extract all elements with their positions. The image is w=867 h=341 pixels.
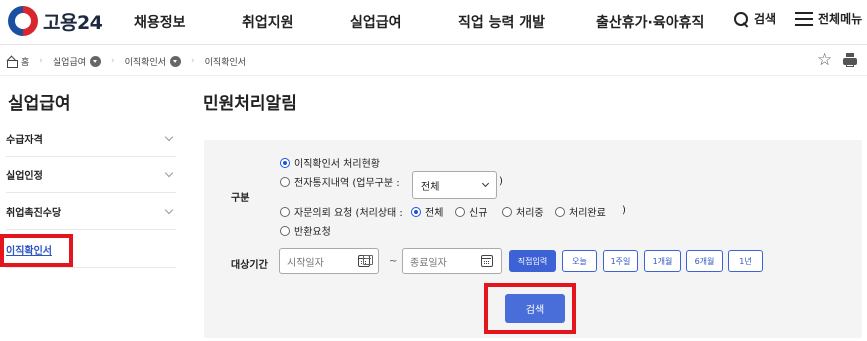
nav-item-job-training[interactable]: 직업 능력 개발 — [458, 12, 545, 32]
category-label: 구분 — [231, 193, 250, 204]
close-paren: ) — [499, 176, 503, 187]
favorite-star-icon[interactable]: ☆ — [817, 50, 832, 70]
chevron-down-icon — [481, 179, 490, 188]
radio-state-new[interactable]: 신규 — [455, 204, 487, 219]
radio-checked-icon — [411, 206, 421, 217]
breadcrumb-home[interactable]: 홈 — [21, 55, 29, 68]
sidebar-item-promotion-allowance[interactable]: 취업촉진수당 — [6, 194, 176, 230]
period-button-1week[interactable]: 1주일 — [603, 250, 638, 272]
period-label: 대상기간 — [231, 260, 268, 271]
sidebar-item-recognition[interactable]: 실업인정 — [6, 157, 176, 193]
breadcrumb-separator: › — [111, 56, 115, 66]
print-icon[interactable] — [843, 53, 857, 67]
header-search-button[interactable]: 검색 — [733, 10, 776, 27]
radio-icon — [280, 176, 290, 187]
radio-state-processing-label: 처리중 — [516, 208, 544, 219]
highlight-box-sidebar — [0, 234, 73, 267]
end-date-placeholder: 종료일자 — [410, 257, 447, 269]
header-search-label: 검색 — [754, 12, 777, 26]
highlight-box-search — [484, 283, 576, 334]
radio-icon — [280, 225, 290, 236]
home-icon[interactable] — [6, 56, 18, 68]
period-button-1month[interactable]: 1개월 — [644, 250, 681, 272]
radio-consult[interactable]: 자문의뢰 요청 (처리상태 : — [280, 204, 403, 219]
calendar-icon[interactable] — [481, 255, 493, 267]
radio-edoc-label: 전자통지내역 (업무구분 : — [294, 178, 400, 189]
end-date-input[interactable]: 종료일자 — [402, 248, 502, 274]
breadcrumb-separator: › — [191, 56, 195, 66]
chevron-down-icon — [164, 168, 174, 178]
start-date-placeholder: 시작일자 — [287, 257, 324, 269]
breadcrumb-dropdown-icon[interactable] — [170, 55, 182, 67]
radio-state-all-label: 전체 — [425, 208, 444, 219]
radio-state-all[interactable]: 전체 — [411, 204, 443, 219]
header-divider — [0, 44, 867, 45]
nav-item-employment-support[interactable]: 취업지원 — [242, 12, 294, 32]
radio-status-label: 이직확인서 처리현황 — [294, 159, 380, 170]
sidebar-title: 실업급여 — [8, 94, 71, 114]
hamburger-menu-icon — [795, 11, 813, 26]
nav-item-unemployment-benefit[interactable]: 실업급여 — [350, 12, 402, 32]
all-menu-button[interactable]: 전체메뉴 — [795, 10, 862, 27]
sidebar-item-label: 수급자격 — [6, 135, 43, 146]
period-button-1year[interactable]: 1년 — [728, 250, 763, 272]
nav-item-parental-leave[interactable]: 출산휴가·육아휴직 — [596, 12, 704, 32]
all-menu-label: 전체메뉴 — [818, 12, 863, 26]
work-type-select-value: 전체 — [421, 181, 440, 193]
breadcrumb: 홈 › 실업급여 › 이직확인서 › 이직확인서 — [6, 52, 246, 70]
period-button-today[interactable]: 오늘 — [562, 250, 597, 272]
period-tilde: ~ — [389, 256, 398, 267]
radio-icon — [555, 206, 565, 217]
close-paren: ) — [622, 205, 626, 216]
calendar-icon — [363, 255, 373, 265]
radio-checked-icon — [280, 157, 290, 168]
nav-item-jobs[interactable]: 채용정보 — [134, 12, 186, 32]
work-type-select[interactable]: 전체 — [412, 171, 497, 199]
sidebar-item-eligibility[interactable]: 수급자격 — [6, 121, 176, 157]
logo-text: 고용24 — [43, 11, 103, 34]
breadcrumb-separator: › — [39, 56, 43, 66]
radio-consult-label: 자문의뢰 요청 (처리상태 : — [294, 208, 403, 219]
radio-status[interactable]: 이직확인서 처리현황 — [280, 155, 380, 170]
radio-state-processing[interactable]: 처리중 — [502, 204, 544, 219]
breadcrumb-dropdown-icon[interactable] — [90, 55, 102, 67]
radio-state-done[interactable]: 처리완료 — [555, 204, 606, 219]
logo-emblem-icon — [8, 6, 38, 36]
radio-state-done-label: 처리완료 — [569, 208, 606, 219]
radio-return[interactable]: 반환요청 — [280, 223, 331, 238]
chevron-down-icon — [164, 132, 174, 142]
sidebar-item-label: 취업촉진수당 — [6, 208, 62, 219]
radio-icon — [455, 206, 465, 217]
start-calendar-button[interactable] — [362, 252, 374, 268]
radio-state-new-label: 신규 — [469, 208, 488, 219]
header: 고용24 채용정보 취업지원 실업급여 직업 능력 개발 출산휴가·육아휴직 검… — [0, 0, 867, 44]
sidebar-item-label: 실업인정 — [6, 171, 43, 182]
breadcrumb-current: 이직확인서 — [204, 57, 247, 68]
breadcrumb-divider — [0, 75, 867, 76]
period-button-custom[interactable]: 직접입력 — [509, 250, 556, 272]
radio-edoc[interactable]: 전자통지내역 (업무구분 : — [280, 174, 400, 189]
logo[interactable]: 고용24 — [8, 6, 103, 36]
breadcrumb-item-separation-cert[interactable]: 이직확인서 — [125, 55, 166, 68]
radio-return-label: 반환요청 — [294, 227, 331, 238]
chevron-down-icon — [164, 205, 174, 215]
breadcrumb-item-unemployment-benefit[interactable]: 실업급여 — [53, 55, 86, 68]
period-button-6month[interactable]: 6개월 — [686, 250, 723, 272]
page-title: 민원처리알림 — [203, 94, 297, 114]
radio-icon — [280, 206, 290, 217]
search-icon — [733, 11, 749, 27]
radio-icon — [502, 206, 512, 217]
